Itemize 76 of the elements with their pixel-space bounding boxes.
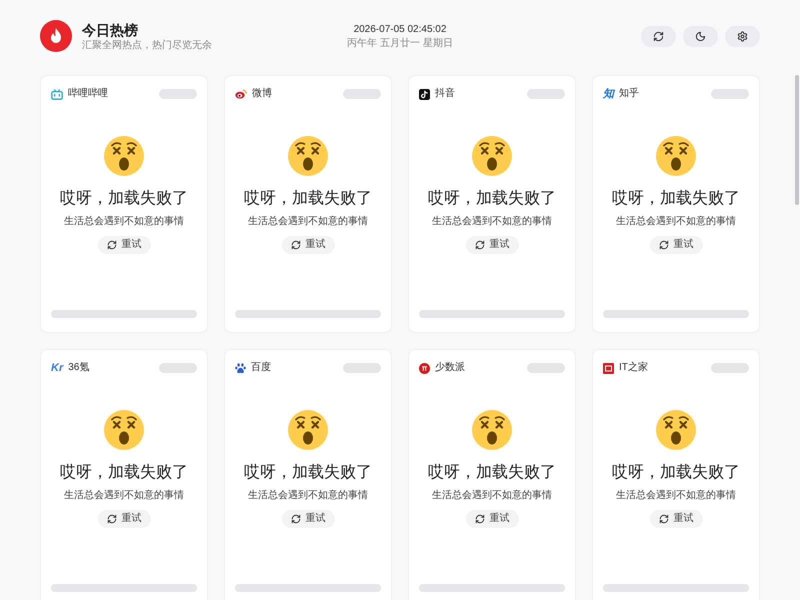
retry-button[interactable]: 重试 (650, 510, 702, 528)
paw-icon (235, 362, 246, 374)
refresh-icon (290, 240, 300, 250)
source-name: 抖音 (435, 89, 455, 99)
dizzy-face-icon (104, 410, 144, 450)
square-logo-icon (603, 362, 614, 374)
retry-button[interactable]: 重试 (650, 236, 702, 254)
retry-button[interactable]: 重试 (98, 510, 150, 528)
dizzy-face-icon (656, 410, 696, 450)
error-title: 哎呀，加载失败了 (244, 463, 372, 483)
logo-text: Kr (51, 362, 64, 374)
source-name: IT之家 (619, 363, 648, 373)
retry-button[interactable]: 重试 (282, 510, 334, 528)
refresh-icon (474, 514, 484, 524)
refresh-icon (106, 514, 116, 524)
refresh-icon (658, 514, 668, 524)
source-name: 哔哩哔哩 (68, 89, 108, 99)
refresh-icon (658, 240, 668, 250)
refresh-icon (106, 240, 116, 250)
error-title: 哎呀，加载失败了 (244, 189, 372, 209)
retry-button[interactable]: 重试 (466, 236, 518, 254)
dizzy-face-icon (472, 136, 512, 176)
dizzy-face-icon (104, 136, 144, 176)
error-message: 生活总会遇到不如意的事情 (616, 215, 736, 229)
error-message: 生活总会遇到不如意的事情 (432, 489, 552, 503)
tv-icon (51, 88, 63, 100)
loading-placeholder (343, 89, 381, 99)
scrollbar-thumb[interactable] (795, 75, 799, 205)
theme-toggle-button[interactable] (683, 26, 718, 46)
dizzy-face-icon (288, 410, 328, 450)
error-message: 生活总会遇到不如意的事情 (248, 215, 368, 229)
retry-button[interactable]: 重试 (466, 510, 518, 528)
moon-icon (695, 30, 706, 42)
retry-button[interactable]: 重试 (282, 236, 334, 254)
source-name: 36氪 (68, 363, 90, 373)
dizzy-face-icon (288, 136, 328, 176)
lunar-date: 丙午年 五月廿一 星期日 (347, 36, 453, 50)
error-message: 生活总会遇到不如意的事情 (432, 215, 552, 229)
loading-placeholder (711, 89, 749, 99)
error-title: 哎呀，加载失败了 (428, 189, 556, 209)
loading-placeholder (159, 89, 197, 99)
loading-placeholder (711, 363, 749, 373)
refresh-button[interactable] (641, 26, 676, 46)
error-message: 生活总会遇到不如意的事情 (64, 489, 184, 503)
loading-placeholder (527, 89, 565, 99)
refresh-icon (474, 240, 484, 250)
date-time: 2026-07-05 02:45:02 (354, 22, 446, 36)
refresh-icon (653, 30, 664, 42)
disc-logo-icon (419, 362, 430, 374)
source-name: 知乎 (619, 89, 639, 99)
error-message: 生活总会遇到不如意的事情 (64, 215, 184, 229)
error-message: 生活总会遇到不如意的事情 (616, 489, 736, 503)
source-name: 百度 (251, 363, 271, 373)
refresh-icon (290, 514, 300, 524)
loading-placeholder (527, 363, 565, 373)
eye-logo-icon (235, 89, 247, 99)
app-subtitle: 汇聚全网热点，热门尽览无余 (82, 38, 212, 52)
error-title: 哎呀，加载失败了 (60, 463, 188, 483)
retry-button[interactable]: 重试 (98, 236, 150, 254)
logo-text: 知 (603, 88, 614, 100)
source-name: 少数派 (435, 363, 465, 373)
loading-placeholder (159, 363, 197, 373)
error-title: 哎呀，加载失败了 (612, 189, 740, 209)
dizzy-face-icon (656, 136, 696, 176)
settings-button[interactable] (725, 26, 760, 46)
error-title: 哎呀，加载失败了 (612, 463, 740, 483)
error-message: 生活总会遇到不如意的事情 (248, 489, 368, 503)
loading-placeholder (343, 363, 381, 373)
flame-logo-icon (40, 20, 72, 52)
settings-icon (737, 30, 748, 42)
music-note-icon (419, 88, 430, 100)
error-title: 哎呀，加载失败了 (60, 189, 188, 209)
source-name: 微博 (252, 89, 272, 99)
app-title: 今日热榜 (82, 20, 139, 38)
dizzy-face-icon (472, 410, 512, 450)
error-title: 哎呀，加载失败了 (428, 463, 556, 483)
